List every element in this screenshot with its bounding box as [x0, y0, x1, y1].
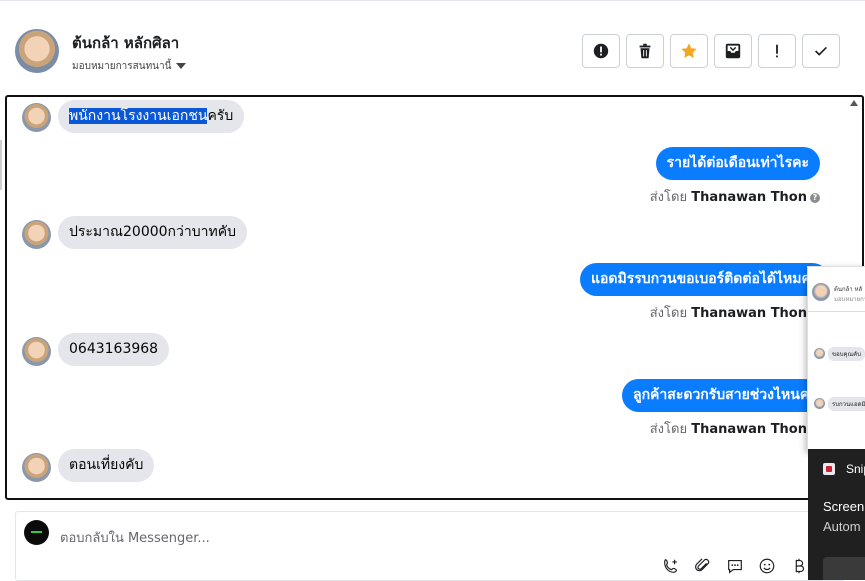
- reply-input[interactable]: ตอบกลับใน Messenger...: [60, 527, 210, 548]
- sent-by-prefix: ส่งโดย: [649, 306, 688, 321]
- sent-by-name: Thanawan Thon: [691, 306, 807, 321]
- paperclip-icon: [695, 558, 710, 572]
- preview-message: รบกวนแอดมิ: [828, 397, 865, 411]
- sent-by-name: Thanawan Thon: [691, 190, 807, 205]
- archive-button[interactable]: [714, 34, 752, 68]
- notification-action-button[interactable]: [823, 557, 865, 580]
- sender-avatar: [22, 220, 51, 249]
- sender-avatar: [22, 453, 51, 482]
- reply-composer: ตอบกลับใน Messenger...: [15, 511, 845, 581]
- delete-button[interactable]: [626, 34, 664, 68]
- selected-text: พนักงานโรงงานเอกชน: [69, 108, 208, 124]
- preview-avatar: [814, 348, 825, 359]
- mark-unread-button[interactable]: [758, 34, 796, 68]
- star-icon: [681, 43, 697, 58]
- conversation-toolbar: [582, 34, 840, 68]
- baht-icon: [795, 558, 805, 574]
- notification-body: Autom: [823, 519, 861, 534]
- emoji-button[interactable]: [757, 556, 777, 576]
- alert-circle-icon: [593, 43, 609, 59]
- exclamation-icon: [776, 44, 778, 58]
- star-button[interactable]: [670, 34, 708, 68]
- left-edge-divider: [0, 140, 2, 190]
- outgoing-message[interactable]: แอดมิรรบกวนขอเบอร์ติดต่อได้ไหมคะ: [580, 263, 830, 296]
- help-icon[interactable]: ?: [810, 192, 820, 203]
- archive-mail-icon: [725, 43, 741, 59]
- check-icon: [815, 46, 827, 56]
- sent-by-prefix: ส่งโดย: [649, 422, 688, 437]
- sender-avatar: [22, 337, 51, 366]
- page-logo-icon: [24, 520, 49, 545]
- notification-heading: Screen: [823, 499, 865, 514]
- preview-name: ต้นกล้า หลั: [834, 286, 863, 293]
- sent-by-prefix: ส่งโดย: [649, 190, 688, 205]
- conversation-header: ต้นกล้า หลักศิลา มอบหมายการสนทนานี้: [0, 0, 865, 95]
- done-button[interactable]: [802, 34, 840, 68]
- mini-conversation-preview[interactable]: ต้นกล้า หลั มอบหมายการ ขอบคุณคับ รบกวนแอ…: [807, 266, 865, 451]
- snipping-tool-notification[interactable]: Snip Screen Autom: [808, 449, 865, 580]
- message-text: ครับ: [207, 108, 234, 124]
- caret-down-icon: [176, 63, 187, 69]
- contact-avatar[interactable]: [15, 29, 59, 73]
- mark-spam-button[interactable]: [582, 34, 620, 68]
- preview-avatar: [812, 283, 830, 301]
- preview-message: ขอบคุณคับ: [828, 347, 865, 361]
- preview-assign: มอบหมายการ: [834, 296, 865, 303]
- sender-avatar: [22, 103, 51, 132]
- outgoing-message[interactable]: ลูกค้าสะดวกรับสายช่วงไหนคะ: [622, 379, 828, 412]
- smiley-icon: [759, 558, 775, 574]
- incoming-message[interactable]: ตอนเที่ยงคับ: [58, 449, 155, 482]
- phone-plus-icon: [664, 559, 677, 573]
- sent-by-label: ส่งโดย Thanawan Thon: [650, 418, 807, 439]
- preview-divider: [808, 311, 865, 312]
- incoming-message[interactable]: 0643163968: [58, 333, 170, 366]
- chat-bubble-icon: [728, 560, 742, 574]
- notification-app-name: Snip: [846, 462, 865, 476]
- message-thread[interactable]: พนักงานโรงงานเอกชนครับ รายได้ต่อเดือนเท่…: [5, 95, 864, 500]
- sent-by-name: Thanawan Thon: [691, 422, 807, 437]
- scroll-up-arrow-icon[interactable]: [850, 100, 858, 106]
- contact-name[interactable]: ต้นกล้า หลักศิลา: [72, 31, 179, 55]
- assign-label: มอบหมายการสนทนานี้: [72, 61, 172, 72]
- incoming-message[interactable]: ประมาณ20000กว่าบาทคับ: [58, 216, 247, 249]
- incoming-message[interactable]: พนักงานโรงงานเอกชนครับ: [58, 100, 245, 133]
- preview-avatar: [814, 398, 825, 409]
- saved-replies-button[interactable]: [725, 556, 745, 576]
- add-phone-button[interactable]: [661, 556, 681, 576]
- trash-icon: [639, 43, 651, 59]
- composer-actions: [661, 556, 809, 576]
- sent-by-label: ส่งโดย Thanawan Thon?: [650, 186, 820, 207]
- payment-button[interactable]: [789, 556, 809, 576]
- outgoing-message[interactable]: รายได้ต่อเดือนเท่าไรคะ: [655, 147, 820, 180]
- assign-conversation-dropdown[interactable]: มอบหมายการสนทนานี้: [72, 59, 187, 74]
- snipping-tool-icon: [823, 463, 835, 475]
- attach-button[interactable]: [693, 556, 713, 576]
- sent-by-label: ส่งโดย Thanawan Thon: [650, 302, 807, 323]
